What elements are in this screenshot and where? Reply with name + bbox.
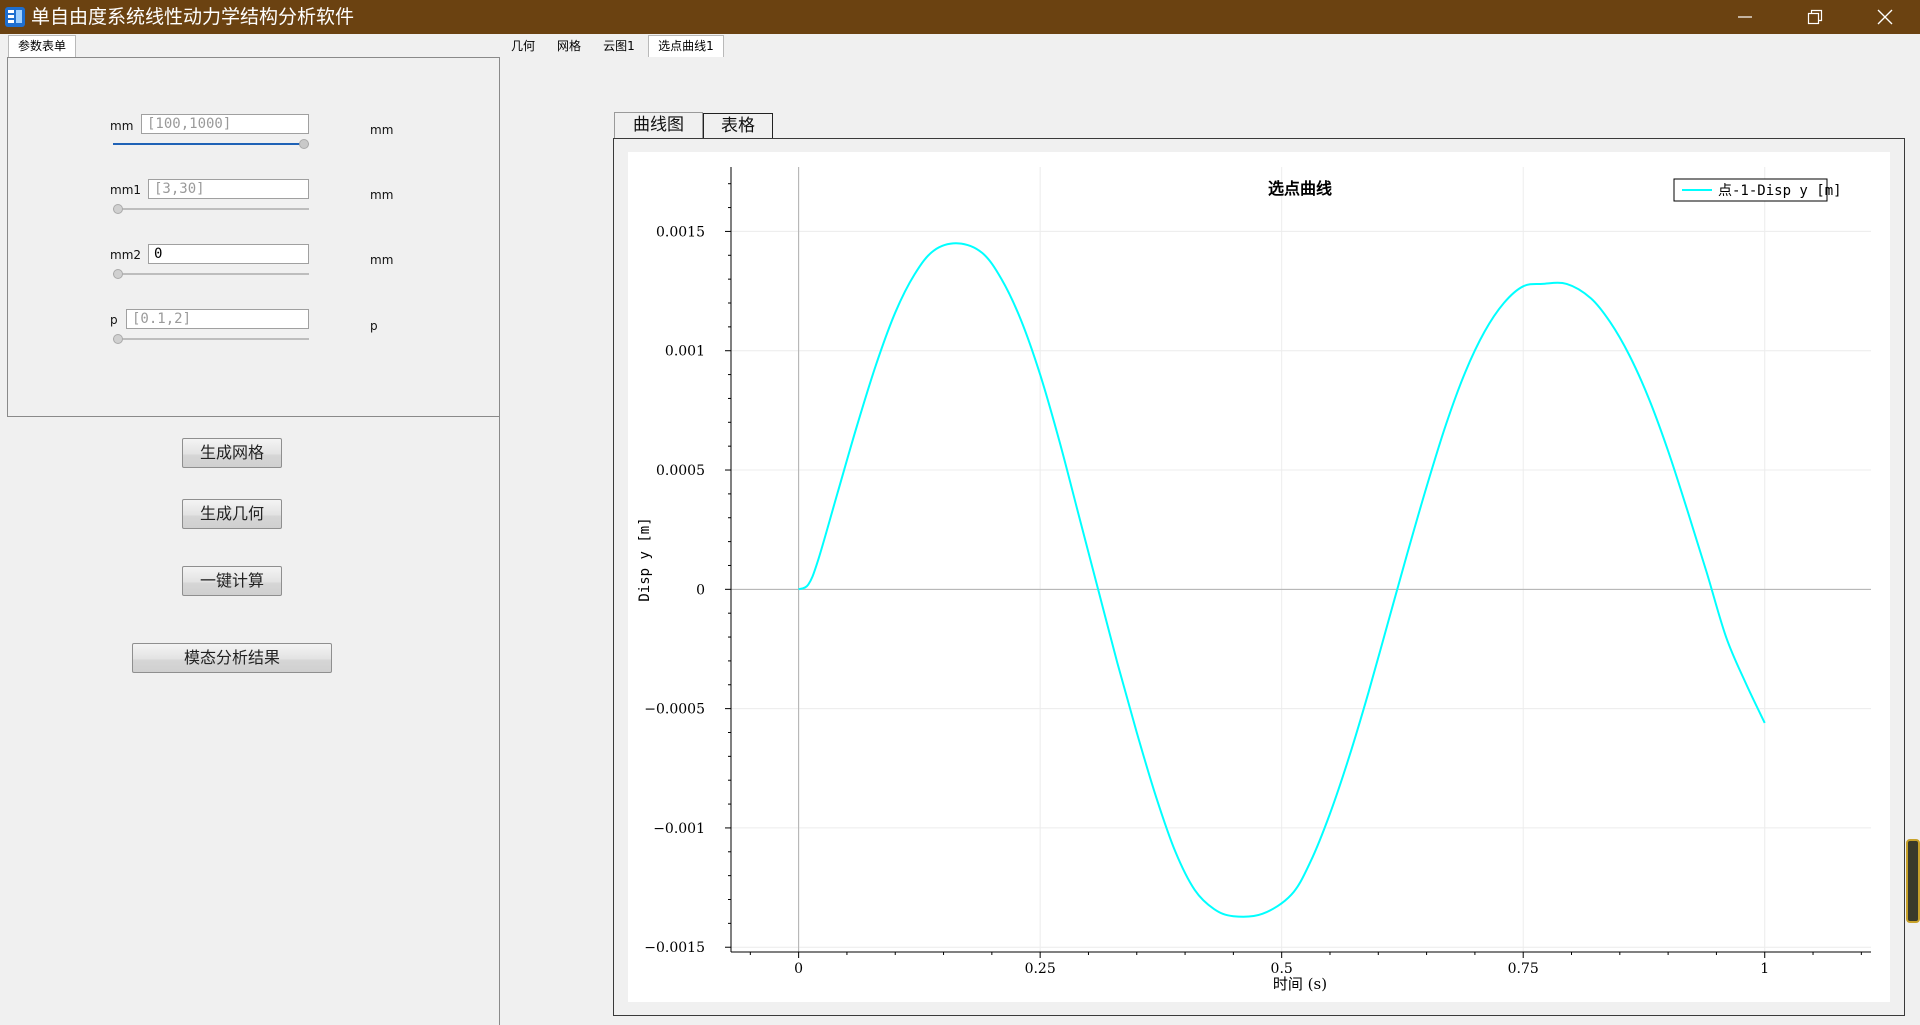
one-click-compute-button[interactable]: 一键计算 [182, 566, 282, 596]
slider-handle[interactable] [299, 139, 309, 149]
scrollbar-thumb[interactable] [1906, 839, 1920, 923]
param-label: mm2 [110, 248, 142, 262]
close-button[interactable] [1850, 0, 1920, 34]
param-mm2-input[interactable] [148, 244, 309, 264]
y-tick-label: 0.0005 [656, 463, 705, 479]
tab-table[interactable]: 表格 [703, 113, 773, 138]
close-icon [1877, 9, 1893, 25]
x-tick-label: 0.25 [1025, 961, 1056, 977]
y-tick-label: 0.001 [665, 344, 705, 360]
slider-handle[interactable] [113, 334, 123, 344]
tab-geometry[interactable]: 几何 [503, 36, 543, 57]
generate-mesh-button[interactable]: 生成网格 [182, 438, 282, 468]
left-panel: mm mm mm1 mm mm2 mm p p 生成网格 生成几何 一键计算 模… [0, 57, 500, 1025]
param-mm-slider[interactable] [113, 138, 309, 150]
tab-params-form[interactable]: 参数表单 [8, 35, 76, 58]
restore-button[interactable] [1780, 0, 1850, 34]
app-logo-icon [5, 7, 25, 27]
param-label: mm [110, 119, 134, 133]
minimize-icon [1738, 16, 1752, 18]
param-mm2-slider[interactable] [113, 268, 309, 280]
y-axis-label: Disp y [m] [637, 517, 653, 601]
slider-handle[interactable] [113, 204, 123, 214]
x-tick-label: 0 [794, 961, 803, 977]
param-unit: mm [370, 253, 394, 267]
y-tick-label: −0.0005 [644, 702, 705, 718]
y-tick-label: 0 [696, 582, 705, 598]
param-mm-input[interactable] [141, 114, 309, 134]
window-title: 单自由度系统线性动力学结构分析软件 [31, 6, 355, 28]
tab-mesh[interactable]: 网格 [549, 36, 589, 57]
chart-title: 选点曲线 [1268, 179, 1332, 198]
y-tick-label: 0.0015 [656, 224, 705, 240]
params-form: mm mm mm1 mm mm2 mm p p [7, 57, 500, 417]
restore-icon [1807, 9, 1823, 25]
y-tick-label: −0.0015 [644, 940, 705, 956]
x-axis-label: 时间 (s) [1273, 975, 1327, 993]
param-mm1-input[interactable] [148, 179, 309, 199]
param-unit: mm [370, 123, 394, 137]
generate-geometry-button[interactable]: 生成几何 [182, 499, 282, 529]
legend-label: 点-1-Disp y [m] [1718, 183, 1842, 199]
tab-curve-chart[interactable]: 曲线图 [614, 112, 703, 139]
param-label: p [110, 313, 118, 327]
param-unit: mm [370, 188, 394, 202]
minimize-button[interactable] [1710, 0, 1780, 34]
tab-contour[interactable]: 云图1 [596, 36, 642, 57]
displacement-chart: 0 0.25 0.5 0.75 10.00150.0010.00050−0.0005−0… [637, 167, 1871, 993]
param-p-slider[interactable] [113, 333, 309, 345]
legend: 点-1-Disp y [m] [1673, 178, 1842, 202]
modal-results-button[interactable]: 模态分析结果 [132, 643, 332, 673]
title-bar: 单自由度系统线性动力学结构分析软件 [0, 0, 1920, 34]
slider-handle[interactable] [113, 269, 123, 279]
param-unit: p [370, 319, 378, 333]
x-tick-label: 1 [1760, 961, 1769, 977]
tab-point-curve[interactable]: 选点曲线1 [648, 35, 724, 58]
y-tick-label: −0.001 [653, 821, 705, 837]
x-tick-label: 0.75 [1508, 961, 1539, 977]
param-p-input[interactable] [126, 309, 309, 329]
param-mm1-slider[interactable] [113, 203, 309, 215]
chart-canvas: 0 0.25 0.5 0.75 1 0.0015 0.001 0.0005 0 −0.0005 −0… [628, 152, 1890, 1002]
param-label: mm1 [110, 183, 142, 197]
